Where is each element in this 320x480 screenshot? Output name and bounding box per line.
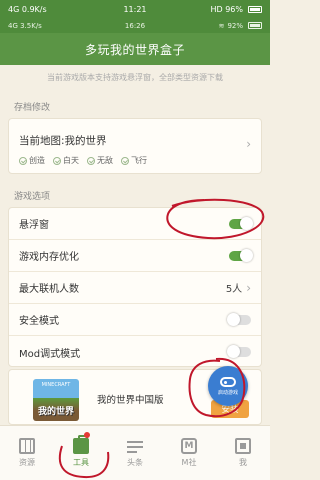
game-thumbnail: MINECRAFT 我的世界 bbox=[33, 379, 79, 421]
news-icon bbox=[127, 438, 143, 454]
bottom-tab-bar: 资源 工具 头条 M M社 我 bbox=[0, 425, 270, 480]
option-row-safe-mode[interactable]: 安全模式 bbox=[9, 304, 261, 336]
game-name: 我的世界中国版 bbox=[97, 395, 164, 406]
check-circle-icon bbox=[87, 156, 95, 165]
battery-icon bbox=[248, 5, 262, 13]
outer-network-text: 4G 0.9K/s bbox=[8, 4, 47, 14]
memory-optimization-toggle[interactable] bbox=[229, 248, 253, 262]
option-label: 最大联机人数 bbox=[19, 284, 79, 295]
chevron-right-icon: › bbox=[246, 280, 251, 295]
tag-daytime: 白天 bbox=[53, 155, 79, 166]
launch-game-label: 启动游戏 bbox=[217, 389, 238, 396]
outer-battery-area: HD 96% bbox=[210, 4, 262, 14]
current-map-card[interactable]: 当前地图:我的世界 › 创造 白天 无敌 飞行 bbox=[8, 118, 262, 174]
tag-creative: 创造 bbox=[19, 155, 45, 166]
outer-battery-text: HD 96% bbox=[210, 4, 244, 14]
check-circle-icon bbox=[53, 156, 61, 165]
check-circle-icon bbox=[19, 156, 27, 165]
floating-window-toggle[interactable] bbox=[229, 216, 253, 230]
save-section-title: 存档修改 bbox=[14, 103, 51, 113]
option-label: 安全模式 bbox=[19, 316, 59, 327]
inner-battery-text: 92% bbox=[227, 21, 243, 30]
inner-network-text: 4G 3.5K/s bbox=[8, 21, 42, 30]
max-players-value: 5人 › bbox=[225, 280, 251, 296]
launch-game-floating-button[interactable]: 启动游戏 bbox=[208, 366, 248, 406]
option-row-max-players[interactable]: 最大联机人数 5人 › bbox=[9, 272, 261, 304]
tab-m-community[interactable]: M M社 bbox=[162, 426, 216, 480]
option-row-floating-window[interactable]: 悬浮窗 bbox=[9, 208, 261, 240]
outer-network: 4G 0.9K/s bbox=[8, 5, 47, 14]
inner-network: 4G 3.5K/s bbox=[8, 22, 42, 30]
tag-flying: 飞行 bbox=[121, 155, 147, 166]
m-icon: M bbox=[181, 438, 197, 454]
option-label: 悬浮窗 bbox=[19, 220, 49, 231]
inner-status-bar: 4G 3.5K/s 16:26 ≋ 92% bbox=[0, 18, 270, 33]
current-map-label: 当前地图:我的世界 bbox=[19, 135, 107, 147]
tab-resources[interactable]: 资源 bbox=[0, 426, 54, 480]
toolbox-icon bbox=[73, 435, 89, 454]
app-header: 多玩我的世界盒子 bbox=[0, 33, 270, 65]
page-title: 多玩我的世界盒子 bbox=[84, 42, 185, 57]
battery-icon bbox=[248, 22, 262, 29]
chevron-right-icon: › bbox=[246, 137, 251, 151]
option-label: 游戏内存优化 bbox=[19, 252, 79, 263]
options-section-title: 游戏选项 bbox=[14, 192, 51, 202]
check-circle-icon bbox=[121, 156, 129, 165]
option-row-memory-optimization[interactable]: 游戏内存优化 bbox=[9, 240, 261, 272]
inner-clock: 16:26 bbox=[124, 21, 146, 30]
gamepad-icon bbox=[220, 376, 236, 387]
mod-debug-toggle[interactable] bbox=[227, 345, 251, 358]
me-icon bbox=[235, 438, 251, 454]
tab-me[interactable]: 我 bbox=[216, 426, 270, 480]
option-label: Mod调式模式 bbox=[19, 348, 81, 360]
tab-tools[interactable]: 工具 bbox=[54, 426, 108, 480]
option-row-mod-debug[interactable]: Mod调式模式 bbox=[9, 336, 261, 368]
version-notice: 当前游戏版本支持游戏悬浮窗，全部类型资源下载 bbox=[47, 73, 223, 82]
notification-badge bbox=[84, 432, 91, 438]
outer-status-bar: 4G 0.9K/s 11:21 HD 96% bbox=[0, 0, 270, 18]
map-tags: 创造 白天 无敌 飞行 bbox=[19, 155, 147, 166]
map-icon bbox=[19, 438, 35, 454]
outer-clock: 11:21 bbox=[123, 4, 147, 14]
safe-mode-toggle[interactable] bbox=[227, 312, 251, 326]
tab-headlines[interactable]: 头条 bbox=[108, 426, 162, 480]
inner-battery-area: ≋ 92% bbox=[219, 22, 262, 30]
tag-invincible: 无敌 bbox=[87, 155, 113, 166]
game-options-card: 悬浮窗 游戏内存优化 最大联机人数 5人 › 安全模式 Mod调式模式 bbox=[8, 207, 262, 367]
wifi-icon: ≋ bbox=[218, 21, 225, 30]
